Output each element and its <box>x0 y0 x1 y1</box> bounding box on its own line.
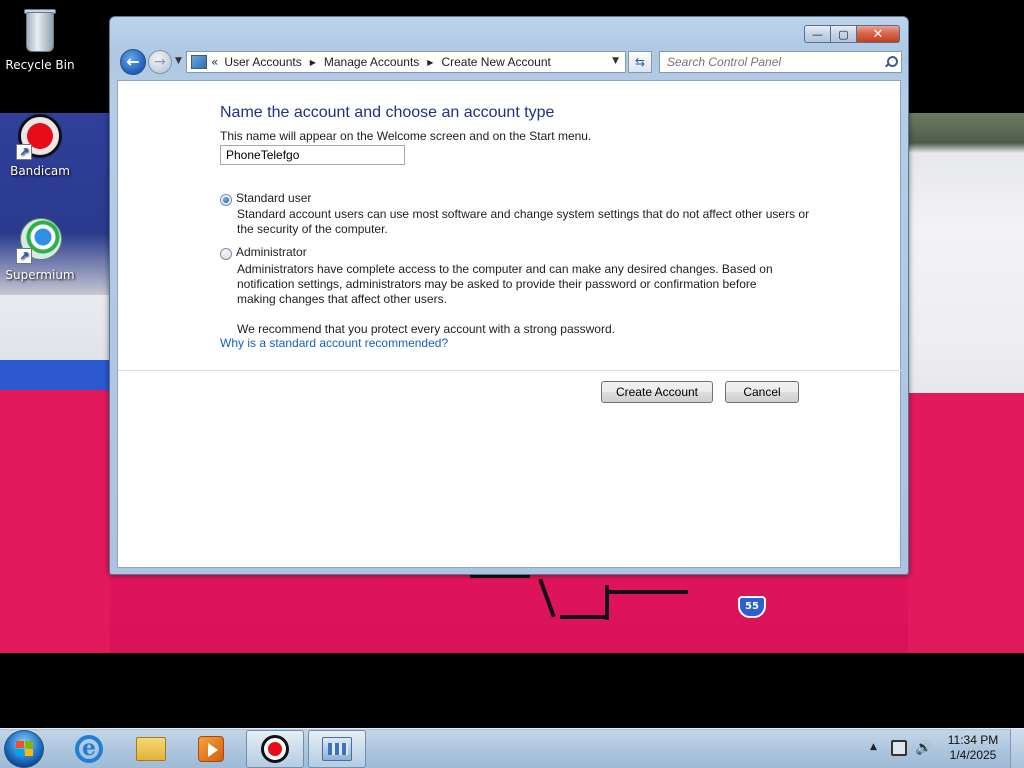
desktop-icon-recycle-bin[interactable]: Recycle Bin <box>0 6 80 72</box>
taskbar-internet-explorer[interactable] <box>60 730 118 768</box>
close-button[interactable]: ✕ <box>857 25 900 43</box>
content-pane: Name the account and choose an account t… <box>117 80 902 568</box>
account-name-input[interactable] <box>220 145 405 165</box>
minimize-button[interactable]: — <box>804 25 831 43</box>
standard-account-help-link[interactable]: Why is a standard account recommended? <box>220 336 448 350</box>
refresh-button[interactable]: ⇆ <box>628 51 652 73</box>
password-recommendation: We recommend that you protect every acco… <box>237 322 615 336</box>
address-bar[interactable]: « User Accounts ▶ Manage Accounts ▶ Crea… <box>186 51 626 73</box>
maximize-button[interactable]: ▢ <box>831 25 857 43</box>
divider <box>118 370 902 371</box>
network-icon[interactable] <box>891 740 907 756</box>
desktop-icon-label: Bandicam <box>10 164 70 178</box>
desktop-icon-label: Supermium <box>5 268 75 282</box>
refresh-icon: ⇆ <box>634 55 646 69</box>
standard-user-radio[interactable] <box>220 194 232 206</box>
arrow-left-icon: ← <box>126 52 140 71</box>
volume-icon[interactable]: 🔊 <box>915 740 932 756</box>
address-overflow-chevron[interactable]: « <box>211 55 218 69</box>
bandicam-record-icon <box>261 735 289 763</box>
breadcrumb-separator-icon[interactable]: ▶ <box>427 58 433 67</box>
navigation-bar: ← → ▼ « User Accounts ▶ Manage Accounts … <box>118 49 902 75</box>
cancel-button[interactable]: Cancel <box>725 381 799 403</box>
desktop-icon-label: Recycle Bin <box>5 58 75 72</box>
show-hidden-icons-button[interactable]: ▲ <box>870 742 877 752</box>
administrator-description: Administrators have complete access to t… <box>237 262 773 306</box>
recycle-bin-icon <box>16 6 64 54</box>
media-player-icon <box>198 736 224 762</box>
shortcut-arrow-icon: ↗ <box>16 248 32 264</box>
desktop-icon-supermium[interactable]: ↗ Supermium <box>0 216 80 282</box>
bandicam-icon: ↗ <box>16 112 64 160</box>
create-account-button[interactable]: Create Account <box>601 381 713 403</box>
internet-explorer-icon <box>75 735 103 763</box>
arrow-right-icon: → <box>154 54 166 70</box>
search-box <box>659 51 902 73</box>
control-panel-icon <box>191 55 207 69</box>
forward-button[interactable]: → <box>148 50 172 74</box>
back-button[interactable]: ← <box>120 49 146 75</box>
administrator-radio[interactable] <box>220 248 232 260</box>
taskbar: ▲ 🔊 11:34 PM 1/4/2025 <box>0 728 1024 768</box>
taskbar-windows-explorer[interactable] <box>122 730 180 768</box>
control-panel-window: — ▢ ✕ ← → ▼ « User Accounts ▶ Manage Acc… <box>109 16 909 575</box>
clock-date: 1/4/2025 <box>949 748 997 762</box>
taskbar-bandicam[interactable] <box>246 730 304 768</box>
folder-icon <box>136 737 166 761</box>
address-dropdown-icon[interactable]: ▼ <box>612 56 619 66</box>
standard-user-description: Standard account users can use most soft… <box>237 207 810 236</box>
window-controls: — ▢ ✕ <box>804 25 900 43</box>
show-desktop-button[interactable] <box>1010 729 1024 768</box>
control-panel-icon <box>322 737 352 761</box>
system-clock[interactable]: 11:34 PM 1/4/2025 <box>940 733 1006 763</box>
page-title: Name the account and choose an account t… <box>220 104 555 121</box>
search-icon[interactable] <box>884 55 898 69</box>
recent-pages-dropdown[interactable]: ▼ <box>175 56 182 66</box>
windows-logo-icon <box>16 741 34 757</box>
name-instructions: This name will appear on the Welcome scr… <box>220 129 592 143</box>
breadcrumb-user-accounts[interactable]: User Accounts <box>224 55 301 69</box>
breadcrumb-manage-accounts[interactable]: Manage Accounts <box>324 55 419 69</box>
administrator-label[interactable]: Administrator <box>236 245 307 259</box>
standard-user-label[interactable]: Standard user <box>236 191 311 205</box>
shortcut-arrow-icon: ↗ <box>16 144 32 160</box>
breadcrumb-create-new-account[interactable]: Create New Account <box>441 55 550 69</box>
supermium-icon: ↗ <box>16 216 64 264</box>
desktop-icon-bandicam[interactable]: ↗ Bandicam <box>0 112 80 178</box>
taskbar-media-player[interactable] <box>182 730 240 768</box>
highway-shield: 55 <box>738 596 766 618</box>
breadcrumb-separator-icon[interactable]: ▶ <box>310 58 316 67</box>
search-input[interactable] <box>660 52 870 72</box>
clock-time: 11:34 PM <box>947 733 999 747</box>
start-button[interactable] <box>4 730 44 768</box>
taskbar-control-panel[interactable] <box>308 730 366 768</box>
